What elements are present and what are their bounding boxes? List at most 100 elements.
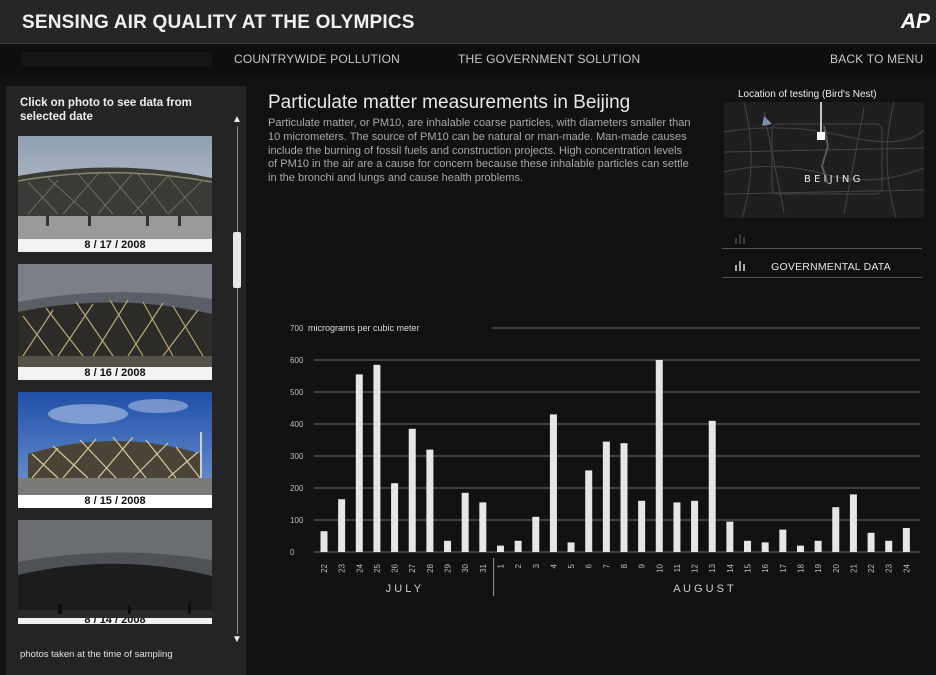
x-tick-label: 17	[779, 563, 788, 572]
x-tick-label: 7	[602, 563, 611, 568]
y-tick-label: 0	[290, 548, 295, 557]
bar	[691, 500, 699, 552]
bar	[761, 542, 769, 552]
bar	[320, 531, 328, 552]
bar-chart-icon	[735, 234, 745, 244]
x-tick-label: 19	[814, 563, 823, 572]
legend-divider	[722, 277, 922, 278]
scroll-track[interactable]	[237, 126, 238, 634]
x-tick-label: 25	[373, 563, 382, 572]
photo-date-label: 8 / 17 / 2008	[18, 239, 212, 252]
y-tick-label: 200	[290, 484, 304, 493]
x-tick-label: 23	[885, 563, 894, 572]
chart-description: Particulate matter, or PM10, are inhalab…	[268, 117, 691, 185]
legend-item-governmental[interactable]: GOVERNMENTAL DATA	[734, 259, 891, 273]
x-tick-label: 28	[426, 563, 435, 572]
y-tick-label: 600	[290, 356, 304, 365]
x-tick-label: 3	[532, 563, 541, 568]
y-tick-label: 400	[290, 420, 304, 429]
x-tick-label: 29	[444, 563, 453, 572]
x-tick-label: 12	[691, 563, 700, 572]
sidebar-footer: photos taken at the time of sampling	[20, 649, 173, 660]
x-tick-label: 30	[461, 563, 470, 572]
photo-date-label: 8 / 14 / 2008	[18, 618, 212, 624]
bar	[779, 529, 787, 552]
scroll-up-arrow-icon[interactable]: ▲	[232, 114, 242, 125]
scroll-thumb[interactable]	[233, 232, 241, 288]
photo-date-label: 8 / 15 / 2008	[18, 495, 212, 508]
photo-sidebar: Click on photo to see data from selected…	[6, 86, 246, 675]
bar	[338, 499, 346, 552]
stadium-photo[interactable]	[18, 392, 212, 495]
bar	[885, 540, 893, 552]
x-tick-label: 14	[726, 563, 735, 572]
photo-date-label: 8 / 16 / 2008	[18, 367, 212, 380]
x-tick-label: 8	[620, 563, 629, 568]
nav-countrywide-pollution[interactable]: COUNTRYWIDE POLLUTION	[234, 52, 400, 66]
photo-item[interactable]: 8 / 15 / 2008	[18, 392, 212, 508]
stadium-photo[interactable]	[18, 136, 212, 239]
bar	[849, 494, 857, 552]
nav-government-solution[interactable]: THE GOVERNMENT SOLUTION	[458, 52, 640, 66]
bar	[496, 545, 504, 552]
app-title: SENSING AIR QUALITY AT THE OLYMPICS	[22, 12, 415, 33]
chart-title: Particulate matter measurements in Beiji…	[268, 92, 631, 113]
bar	[796, 545, 804, 552]
bar	[549, 414, 557, 552]
bar	[902, 528, 910, 552]
bar	[832, 507, 840, 552]
map-city-label: B E I J I N G	[804, 174, 860, 185]
x-tick-label: 13	[708, 563, 717, 572]
nav-back-to-menu[interactable]: BACK TO MENU	[830, 52, 923, 66]
y-tick-label: 700	[290, 324, 304, 333]
bar	[655, 360, 663, 552]
bar	[620, 443, 628, 552]
x-tick-label: 24	[902, 563, 911, 572]
bar	[444, 540, 452, 552]
legend-label: GOVERNMENTAL DATA	[771, 261, 891, 273]
bar	[479, 502, 487, 552]
bar	[726, 521, 734, 552]
bar	[708, 420, 716, 552]
month-label: A U G U S T	[673, 583, 734, 595]
x-tick-label: 23	[338, 563, 347, 572]
x-tick-label: 27	[408, 563, 417, 572]
photo-item[interactable]: 8 / 17 / 2008	[18, 136, 212, 252]
y-tick-label: 300	[290, 452, 304, 461]
stadium-photo[interactable]	[18, 264, 212, 367]
map-label: Location of testing (Bird's Nest)	[738, 89, 877, 100]
location-map: B E I J I N G	[724, 102, 924, 218]
x-tick-label: 21	[849, 563, 858, 572]
bar	[638, 500, 646, 552]
x-tick-label: 31	[479, 563, 488, 572]
bar	[814, 540, 822, 552]
bar	[355, 374, 363, 552]
pm10-bar-chart: 0 100 200 300 400 500 600 700 micrograms per cub…	[290, 323, 920, 596]
x-tick-label: 18	[796, 563, 805, 572]
bar	[673, 502, 681, 552]
x-tick-label: 15	[744, 563, 753, 572]
nav-bar: COUNTRYWIDE POLLUTION THE GOVERNMENT SOL…	[0, 44, 936, 74]
scroll-down-arrow-icon[interactable]: ▼	[232, 634, 242, 645]
photo-item[interactable]: 8 / 14 / 2008	[18, 520, 212, 624]
x-tick-label: 2	[514, 563, 523, 568]
bar	[461, 492, 469, 552]
stadium-photo[interactable]	[18, 520, 212, 618]
bar	[408, 428, 416, 552]
x-tick-label: 20	[832, 563, 841, 572]
x-tick-label: 5	[567, 563, 576, 568]
x-tick-label: 24	[355, 563, 364, 572]
bar-chart-icon	[735, 261, 745, 271]
legend-item-independent[interactable]	[734, 232, 768, 246]
photo-item[interactable]: 8 / 16 / 2008	[18, 264, 212, 380]
x-tick-label: 16	[761, 563, 770, 572]
x-tick-label: 6	[585, 563, 594, 568]
top-bar: SENSING AIR QUALITY AT THE OLYMPICS AP	[0, 0, 936, 44]
y-tick-label: 500	[290, 388, 304, 397]
nav-current-section[interactable]	[22, 52, 212, 66]
x-tick-label: 1	[496, 563, 505, 568]
x-tick-label: 4	[549, 563, 558, 568]
bar	[532, 516, 540, 552]
bar	[602, 441, 610, 552]
bar	[585, 470, 593, 552]
